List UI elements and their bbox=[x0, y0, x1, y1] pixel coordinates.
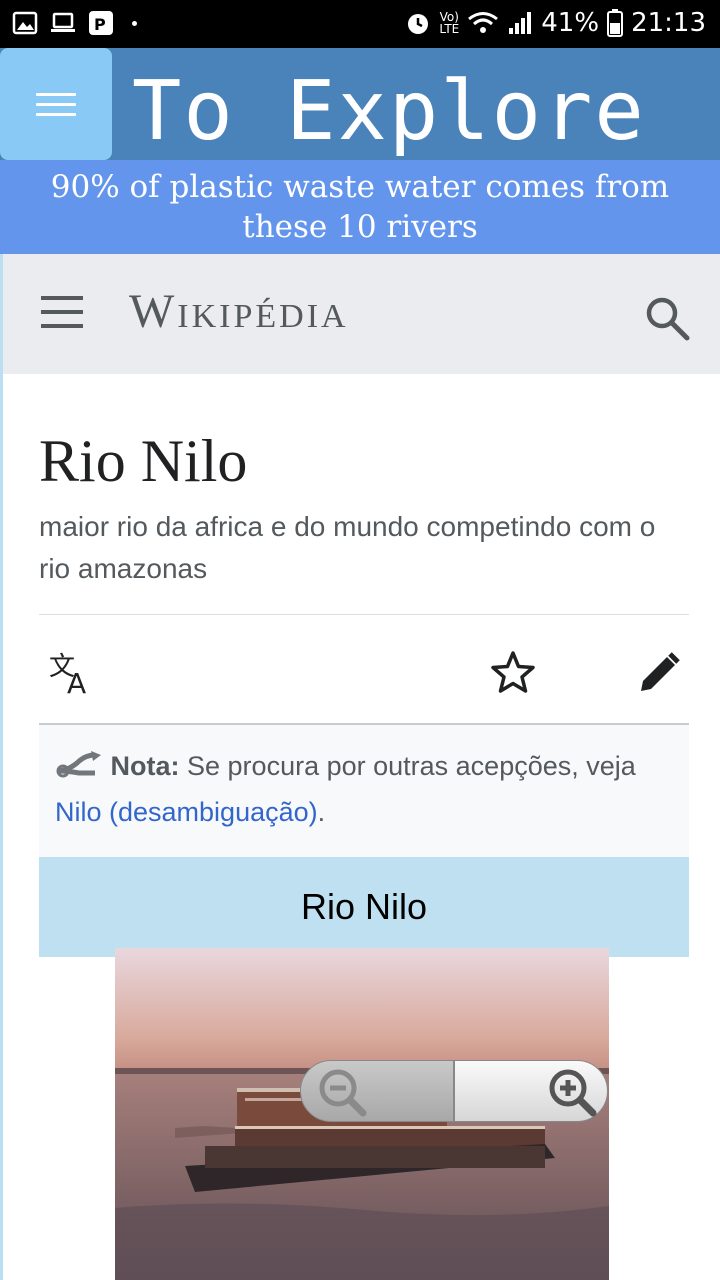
parking-app-icon: P bbox=[89, 11, 113, 35]
hamburger-icon bbox=[36, 86, 76, 123]
hatnote-end: . bbox=[317, 797, 326, 827]
wifi-icon bbox=[468, 12, 499, 33]
fact-banner: 90% of plastic waste water comes from th… bbox=[0, 160, 720, 254]
page-actions: 文 A bbox=[39, 615, 689, 723]
disambiguation-link[interactable]: Nilo (desambiguação) bbox=[55, 797, 318, 827]
zoom-controls bbox=[300, 1060, 608, 1122]
zoom-in-icon bbox=[549, 1069, 597, 1117]
gallery-icon bbox=[12, 11, 38, 35]
app-bar: To Explore bbox=[0, 48, 720, 160]
infobox-title: Rio Nilo bbox=[39, 857, 689, 957]
app-menu-button[interactable] bbox=[0, 48, 112, 160]
lte-label: LTE bbox=[439, 22, 460, 36]
wiki-menu-icon[interactable] bbox=[41, 296, 83, 338]
battery-icon bbox=[607, 9, 624, 37]
svg-text:A: A bbox=[67, 667, 86, 697]
more-notifications-icon bbox=[132, 20, 137, 26]
status-bar: P Vo) LTE 41% 21:13 bbox=[0, 0, 720, 48]
edit-pencil-icon[interactable] bbox=[635, 649, 683, 697]
signal-icon bbox=[509, 12, 532, 34]
clock: 21:13 bbox=[631, 8, 706, 38]
notification-icons: P bbox=[12, 10, 137, 36]
alarm-icon bbox=[408, 14, 429, 34]
volte-indicator: Vo) LTE bbox=[439, 11, 459, 35]
zoom-in-button[interactable] bbox=[454, 1060, 608, 1122]
wikipedia-logo[interactable]: Wikipédia bbox=[129, 284, 349, 339]
disambiguation-icon bbox=[56, 751, 101, 778]
page-description: maior rio da africa e do mundo competind… bbox=[39, 511, 656, 584]
hatnote-label: Nota: bbox=[110, 751, 180, 781]
hatnote: Nota: Se procura por outras acepções, ve… bbox=[39, 725, 689, 857]
star-icon[interactable] bbox=[489, 649, 537, 697]
hatnote-text: Se procura por outras acepções, veja bbox=[179, 751, 636, 781]
search-icon[interactable] bbox=[643, 294, 691, 342]
page-title: Rio Nilo bbox=[39, 428, 248, 494]
laptop-icon bbox=[51, 12, 75, 32]
wiki-header: Wikipédia bbox=[3, 254, 720, 374]
language-icon[interactable]: 文 A bbox=[47, 649, 95, 697]
zoom-out-icon bbox=[319, 1069, 367, 1117]
wikipedia-webview: Wikipédia Rio Nilo maior rio da africa e… bbox=[0, 254, 720, 1280]
svg-text:P: P bbox=[94, 15, 106, 34]
article-content: Rio Nilo maior rio da africa e do mundo … bbox=[39, 374, 689, 957]
app-title: To Explore bbox=[132, 64, 646, 159]
zoom-out-button[interactable] bbox=[300, 1060, 454, 1122]
battery-percent: 41% bbox=[541, 8, 600, 38]
system-icons: Vo) LTE 41% 21:13 bbox=[405, 8, 706, 38]
